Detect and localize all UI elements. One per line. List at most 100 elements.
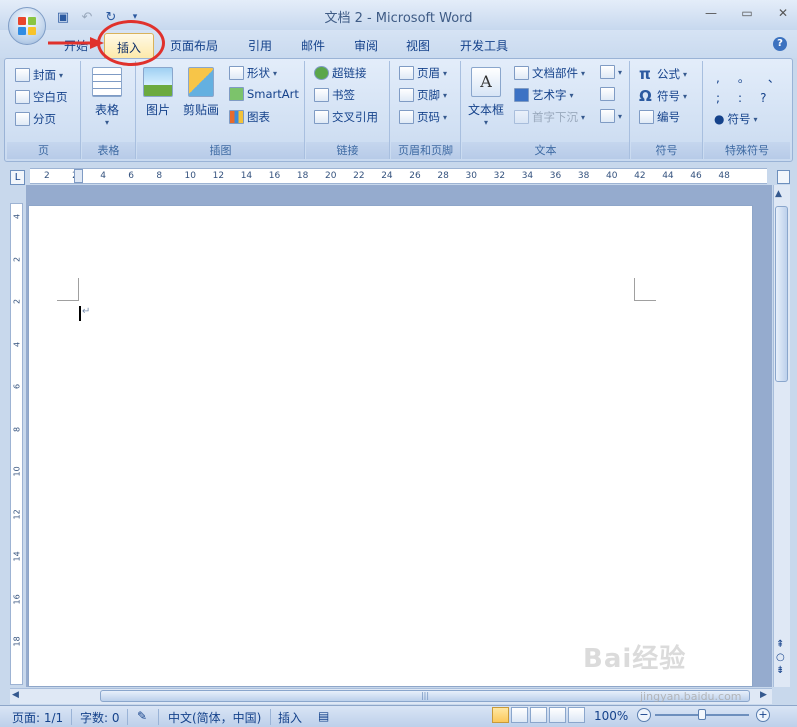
tab-page-layout[interactable]: 页面布局 <box>170 37 218 54</box>
picture-button[interactable]: 图片 <box>143 67 173 118</box>
table-button[interactable]: 表格 ▾ <box>92 67 122 127</box>
print-layout-icon[interactable] <box>492 707 509 723</box>
group-symbols: π 公式 ▾ Ω 符号 ▾ 编号 符号 <box>631 61 703 159</box>
indent-marker-icon[interactable] <box>74 169 83 183</box>
object-button[interactable]: ▾ <box>600 109 622 123</box>
ruler-tick-label: 16 <box>268 171 281 181</box>
document-page[interactable] <box>28 205 753 687</box>
zoom-level[interactable]: 100% <box>594 709 628 723</box>
header-button[interactable]: 页眉 ▾ <box>399 65 447 81</box>
group-label-links: 链接 <box>306 142 389 159</box>
tab-references[interactable]: 引用 <box>248 37 272 54</box>
outline-view-icon[interactable] <box>549 707 566 723</box>
chevron-down-icon: ▾ <box>581 68 586 78</box>
group-label-symbols: 符号 <box>631 142 702 159</box>
group-text: A 文本框 ▾ 文档部件 ▾ 艺术字 ▾ 首字下沉 ▾ ▾ ▾ 文本 <box>462 61 630 159</box>
vertical-scroll-thumb[interactable] <box>775 206 788 382</box>
annotation-circle <box>97 20 165 66</box>
maximize-icon[interactable]: ▭ <box>739 6 755 20</box>
equation-button[interactable]: π 公式 ▾ <box>639 65 687 83</box>
draft-view-icon[interactable] <box>568 707 585 723</box>
quickparts-button[interactable]: 文档部件 ▾ <box>514 65 585 81</box>
group-header-footer: 页眉 ▾ 页脚 ▾ 页码 ▾ 页眉和页脚 <box>391 61 461 159</box>
insert-mode-indicator[interactable]: 插入 <box>278 709 302 726</box>
paragraph-mark-icon: ↵ <box>82 306 91 317</box>
ribbon-insert: 封面 ▾ 空白页 分页 页 表格 ▾ 表格 图片 剪贴画 形状 ▾ SmartArt… <box>4 58 793 162</box>
ruler-tick-label: 32 <box>493 171 506 181</box>
wordart-button[interactable]: 艺术字 ▾ <box>514 87 574 103</box>
ruler-tick-label: 20 <box>325 171 337 181</box>
page-number-button[interactable]: 页码 ▾ <box>399 109 447 125</box>
signature-line-button[interactable]: ▾ <box>600 65 622 79</box>
chart-button[interactable]: 图表 <box>229 109 270 125</box>
datetime-button[interactable] <box>600 87 615 101</box>
pi-icon: π <box>639 65 651 83</box>
proofing-icon[interactable]: ✎ <box>137 709 147 723</box>
shapes-button[interactable]: 形状 ▾ <box>229 65 277 81</box>
special-char[interactable]: ; <box>716 91 720 105</box>
smartart-button[interactable]: SmartArt <box>229 87 299 101</box>
zoom-slider-thumb[interactable] <box>698 709 706 720</box>
dropcap-button[interactable]: 首字下沉 ▾ <box>514 109 585 125</box>
divider <box>71 709 72 725</box>
scroll-right-icon[interactable]: ▶ <box>760 690 767 700</box>
cover-page-button[interactable]: 封面 ▾ <box>15 67 63 83</box>
office-button[interactable] <box>8 7 46 45</box>
previous-page-icon[interactable]: ⇞ <box>776 638 785 651</box>
tab-developer[interactable]: 开发工具 <box>460 37 508 54</box>
horizontal-ruler[interactable]: 2246810121416182022242628303234363840424… <box>30 168 767 184</box>
next-page-icon[interactable]: ⇟ <box>776 664 785 677</box>
crossref-button[interactable]: 交叉引用 <box>314 109 378 125</box>
page-break-button[interactable]: 分页 <box>15 111 56 127</box>
special-char[interactable]: : <box>738 91 742 105</box>
cover-page-icon <box>15 68 30 82</box>
hyperlink-button[interactable]: 超链接 <box>314 65 367 81</box>
ruler-tick-label: 48 <box>718 171 730 181</box>
bookmark-button[interactable]: 书签 <box>314 87 355 103</box>
browse-object-icon[interactable]: ○ <box>776 651 785 664</box>
dropcap-icon <box>514 110 529 124</box>
special-char[interactable]: , <box>716 71 720 85</box>
tab-mailings[interactable]: 邮件 <box>301 37 325 54</box>
ruler-tick-label: 18 <box>12 636 22 647</box>
macro-record-icon[interactable]: ▤ <box>318 709 329 723</box>
special-symbol-button[interactable]: ● 符号 ▾ <box>714 111 758 127</box>
textbox-button[interactable]: A 文本框 ▾ <box>468 67 504 127</box>
ruler-tick-label: 12 <box>212 171 225 181</box>
footer-button[interactable]: 页脚 ▾ <box>399 87 447 103</box>
chevron-down-icon: ▾ <box>443 112 448 122</box>
zoom-in-icon[interactable]: + <box>756 708 770 722</box>
special-char[interactable]: 。 <box>738 69 750 86</box>
scroll-up-icon[interactable]: ▲ <box>775 189 782 199</box>
bullet-icon: ● <box>714 112 725 126</box>
tab-review[interactable]: 审阅 <box>354 37 378 54</box>
view-ruler-icon[interactable] <box>777 170 790 184</box>
ruler-tick-label: 4 <box>12 341 22 347</box>
ruler-tick-label: 2 <box>12 298 22 305</box>
numbering-button[interactable]: 编号 <box>639 109 680 125</box>
help-icon[interactable]: ? <box>773 37 787 51</box>
chevron-down-icon: ▾ <box>753 114 758 124</box>
group-illustrations: 图片 剪贴画 形状 ▾ SmartArt 图表 插图 <box>137 61 305 159</box>
minimize-icon[interactable]: — <box>703 6 719 20</box>
special-char[interactable]: ? <box>760 91 766 105</box>
chevron-down-icon: ▾ <box>618 111 623 121</box>
ruler-tick-label: 30 <box>465 171 477 181</box>
ruler-tick-label: 26 <box>409 171 421 181</box>
web-layout-icon[interactable] <box>530 707 547 723</box>
chevron-down-icon: ▾ <box>581 112 586 122</box>
tab-selector-icon[interactable]: L <box>10 170 25 185</box>
blank-page-button[interactable]: 空白页 <box>15 89 68 105</box>
close-icon[interactable]: ✕ <box>775 6 791 20</box>
full-screen-reading-icon[interactable] <box>511 707 528 723</box>
word-count[interactable]: 字数: 0 <box>80 709 120 726</box>
zoom-out-icon[interactable]: − <box>637 708 651 722</box>
clipart-button[interactable]: 剪贴画 <box>183 67 219 118</box>
tab-view[interactable]: 视图 <box>406 37 430 54</box>
vertical-ruler[interactable]: 4 2 2 4 6 8 10 12 14 16 18 <box>10 203 23 685</box>
special-char[interactable]: 、 <box>768 69 780 86</box>
page-count[interactable]: 页面: 1/1 <box>12 709 63 726</box>
scroll-left-icon[interactable]: ◀ <box>12 690 19 700</box>
language-indicator[interactable]: 中文(简体，中国) <box>168 709 261 726</box>
symbol-button[interactable]: Ω 符号 ▾ <box>639 87 687 105</box>
